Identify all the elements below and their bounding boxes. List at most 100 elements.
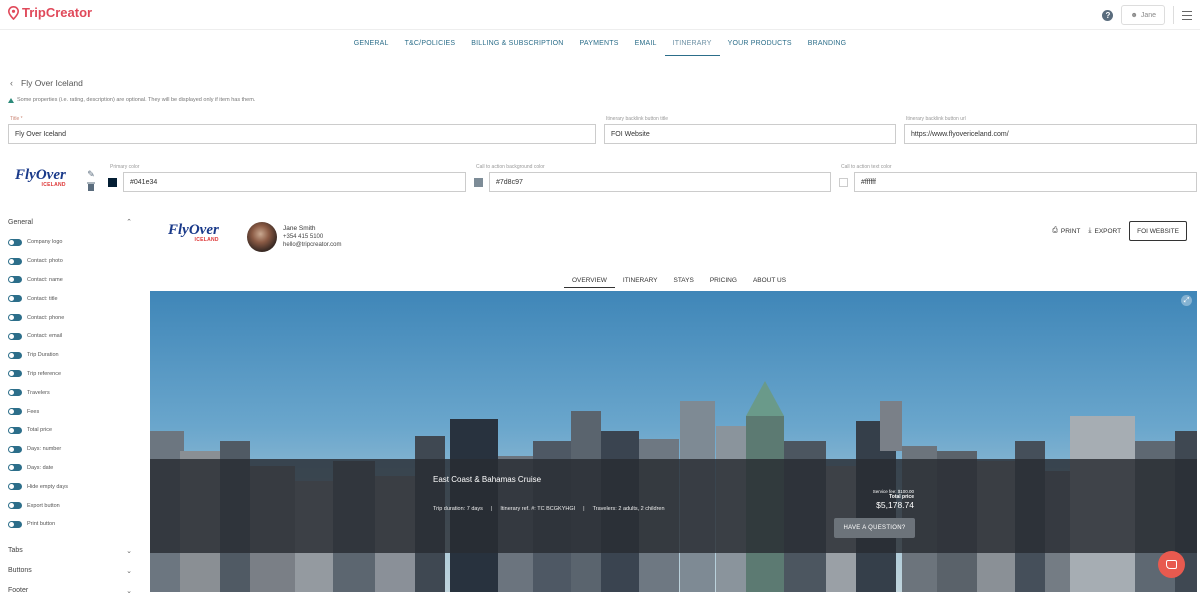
preview-tab-pricing[interactable]: PRICING bbox=[702, 276, 745, 288]
toggle-row[interactable]: Company logo bbox=[0, 233, 140, 252]
tab-payments[interactable]: PAYMENTS bbox=[572, 36, 627, 56]
cta-text-color-input[interactable]: #ffffff bbox=[854, 172, 1197, 192]
toggle-switch[interactable] bbox=[8, 276, 22, 284]
preview-brand-logo: FlyOver ICELAND bbox=[168, 223, 219, 244]
tab-itinerary[interactable]: ITINERARY bbox=[664, 36, 720, 56]
toggle-switch[interactable] bbox=[8, 389, 22, 397]
cta-text-color-field: Call to action text color #ffffff bbox=[839, 164, 1197, 192]
user-menu-button[interactable]: ☻ Jane bbox=[1121, 5, 1165, 25]
chevron-down-icon: ⌄ bbox=[126, 587, 132, 595]
toggle-row[interactable]: Total price bbox=[0, 421, 140, 440]
back-chevron-icon[interactable]: ‹ bbox=[10, 78, 13, 88]
toggle-switch[interactable] bbox=[8, 445, 22, 453]
note-text: Some properties (i.e. rating, descriptio… bbox=[17, 97, 256, 103]
printer-icon: ⎙ bbox=[1052, 227, 1058, 234]
toggle-label: Hide empty days bbox=[27, 483, 68, 490]
website-button[interactable]: FOI WEBSITE bbox=[1129, 221, 1187, 241]
section-tabs[interactable]: Tabs ⌄ bbox=[0, 541, 140, 561]
hamburger-menu-icon[interactable] bbox=[1182, 10, 1192, 20]
optional-note: Some properties (i.e. rating, descriptio… bbox=[8, 97, 255, 103]
chat-widget-button[interactable] bbox=[1158, 551, 1185, 578]
preview-tab-itinerary[interactable]: ITINERARY bbox=[615, 276, 666, 288]
toggle-switch[interactable] bbox=[8, 408, 22, 416]
section-buttons[interactable]: Buttons ⌄ bbox=[0, 561, 140, 581]
delete-trash-icon[interactable] bbox=[86, 182, 96, 192]
toggle-row[interactable]: Days: date bbox=[0, 459, 140, 478]
preview-brand-logo-sub: ICELAND bbox=[194, 237, 219, 243]
toggle-row[interactable]: Export button bbox=[0, 496, 140, 515]
cta-bg-color-label: Call to action background color bbox=[476, 164, 545, 170]
tab-general[interactable]: GENERAL bbox=[346, 36, 397, 56]
toggle-label: Days: number bbox=[27, 446, 62, 453]
preview-tab-overview[interactable]: OVERVIEW bbox=[564, 276, 615, 288]
toggle-row[interactable]: Print button bbox=[0, 515, 140, 534]
backlink-url-input[interactable]: https://www.flyovericeland.com/ bbox=[904, 124, 1197, 144]
export-button[interactable]: ⤓ EXPORT bbox=[1088, 227, 1121, 235]
toggle-row[interactable]: Days: number bbox=[0, 440, 140, 459]
section-footer[interactable]: Footer ⌄ bbox=[0, 581, 140, 601]
toggle-label: Days: date bbox=[27, 464, 54, 471]
expand-icon[interactable]: ⤢ bbox=[1181, 295, 1192, 306]
tab-billing[interactable]: BILLING & SUBSCRIPTION bbox=[463, 36, 571, 56]
toggle-row[interactable]: Trip reference bbox=[0, 365, 140, 384]
app-name: TripCreator bbox=[22, 5, 93, 20]
toggle-switch[interactable] bbox=[8, 351, 22, 359]
tab-email[interactable]: EMAIL bbox=[627, 36, 665, 56]
toggle-row[interactable]: Fees bbox=[0, 402, 140, 421]
contact-email: hello@tripcreator.com bbox=[283, 242, 342, 248]
map-pin-icon bbox=[8, 5, 19, 20]
tripcreator-logo[interactable]: TripCreator bbox=[8, 5, 92, 20]
toggle-switch[interactable] bbox=[8, 502, 22, 510]
toggle-switch[interactable] bbox=[8, 238, 22, 246]
toggle-switch[interactable] bbox=[8, 426, 22, 434]
toggle-switch[interactable] bbox=[8, 332, 22, 340]
toggle-row[interactable]: Trip Duration bbox=[0, 346, 140, 365]
section-general-label: General bbox=[8, 218, 33, 226]
tab-your-products[interactable]: YOUR PRODUCTS bbox=[720, 36, 800, 56]
brand-logo-sub: ICELAND bbox=[41, 182, 66, 188]
backlink-title-input[interactable]: FOI Website bbox=[604, 124, 896, 144]
preview-tab-stays[interactable]: STAYS bbox=[665, 276, 701, 288]
tab-tc-policies[interactable]: T&C/POLICIES bbox=[397, 36, 464, 56]
toggle-switch[interactable] bbox=[8, 483, 22, 491]
backlink-url-field: Itinerary backlink button url https://ww… bbox=[904, 116, 1197, 144]
brand-logo-main: FlyOver bbox=[15, 167, 66, 183]
separator: | bbox=[490, 506, 493, 512]
primary-color-input[interactable]: #041e34 bbox=[123, 172, 466, 192]
help-icon[interactable]: ? bbox=[1102, 9, 1114, 21]
toggle-row[interactable]: Contact: photo bbox=[0, 252, 140, 271]
download-icon: ⤓ bbox=[1088, 227, 1092, 234]
edit-pencil-icon[interactable]: ✎ bbox=[86, 169, 96, 179]
toggle-switch[interactable] bbox=[8, 370, 22, 378]
toggle-switch[interactable] bbox=[8, 295, 22, 303]
contact-phone: +354 415 5100 bbox=[283, 234, 324, 240]
cta-bg-color-swatch[interactable] bbox=[474, 177, 483, 187]
title-label: Title * bbox=[10, 116, 23, 122]
separator: | bbox=[583, 506, 585, 512]
toggle-label: Contact: photo bbox=[27, 258, 63, 265]
toggle-switch[interactable] bbox=[8, 464, 22, 472]
print-button[interactable]: ⎙ PRINT bbox=[1052, 227, 1080, 235]
title-input[interactable]: Fly Over Iceland bbox=[8, 124, 596, 144]
toggle-row[interactable]: Travelers bbox=[0, 383, 140, 402]
cta-bg-color-input[interactable]: #7d8c97 bbox=[489, 172, 831, 192]
section-general[interactable]: General ⌃ bbox=[0, 215, 140, 229]
settings-sidebar: General ⌃ Company logo Contact: photo Co… bbox=[0, 215, 140, 601]
toggle-switch[interactable] bbox=[8, 257, 22, 265]
toggle-row[interactable]: Contact: title bbox=[0, 289, 140, 308]
toggle-row[interactable]: Contact: name bbox=[0, 271, 140, 290]
preview-tab-about-us[interactable]: ABOUT US bbox=[745, 276, 794, 288]
toggle-row[interactable]: Contact: email bbox=[0, 327, 140, 346]
primary-color-swatch[interactable] bbox=[108, 177, 117, 187]
tab-branding[interactable]: BRANDING bbox=[800, 36, 855, 56]
toggle-row[interactable]: Hide empty days bbox=[0, 477, 140, 496]
travelers: Travelers: 2 adults, 2 children bbox=[592, 506, 665, 512]
toggle-switch[interactable] bbox=[8, 314, 22, 322]
toggle-switch[interactable] bbox=[8, 520, 22, 528]
toggle-row[interactable]: Contact: phone bbox=[0, 308, 140, 327]
cta-text-color-swatch[interactable] bbox=[839, 177, 848, 187]
have-a-question-button[interactable]: HAVE A QUESTION? bbox=[834, 518, 915, 538]
backlink-title-label: Itinerary backlink button title bbox=[606, 116, 668, 122]
section-tabs-label: Tabs bbox=[8, 547, 23, 555]
user-icon: ☻ bbox=[1130, 11, 1138, 19]
